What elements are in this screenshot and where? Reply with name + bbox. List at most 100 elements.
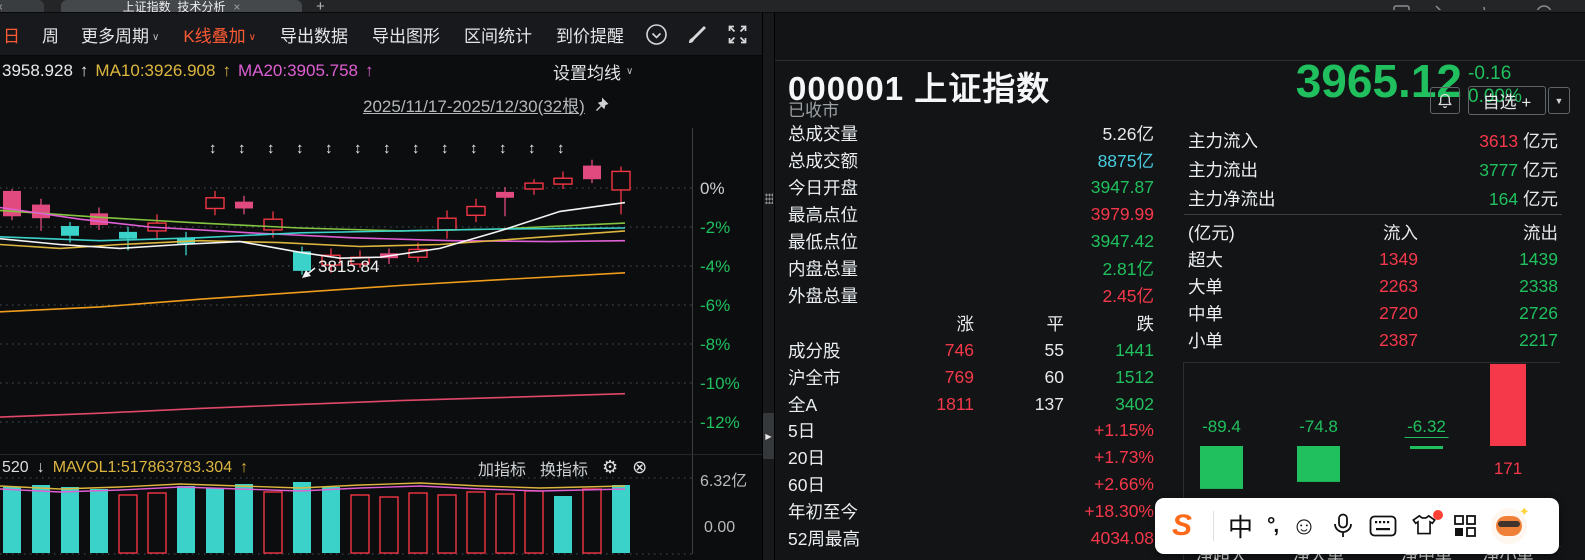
- detail-row: 总成交额 8875亿: [788, 147, 1154, 174]
- volume-bar: [554, 496, 572, 553]
- brush-icon[interactable]: [687, 24, 708, 45]
- candle: [611, 166, 631, 215]
- candle: [466, 198, 486, 223]
- candle: [496, 187, 514, 217]
- sogou-logo-icon[interactable]: S: [1165, 509, 1199, 543]
- switch-indicator-button[interactable]: 换指标: [540, 456, 588, 480]
- annotation-arrowhead: [302, 270, 311, 278]
- updown-arrow-icon: ↕: [354, 140, 362, 157]
- pin-icon[interactable]: [593, 96, 610, 113]
- volume-bar: [379, 496, 399, 554]
- gear-icon[interactable]: ⚙: [602, 457, 618, 478]
- volume-pane-tools: 加指标 换指标 ⚙ ⊗: [478, 455, 647, 480]
- flow-bar: [1410, 446, 1443, 450]
- volume-bar: [350, 494, 370, 554]
- flow-label: 主力流出: [1188, 160, 1258, 180]
- new-tab-button[interactable]: +: [316, 0, 325, 12]
- col-down: 跌: [1136, 314, 1155, 334]
- ma10-value: MA10:3926.908: [95, 61, 216, 80]
- breadth-row: 沪全市 769 60 1512: [788, 364, 1154, 391]
- panel-splitter[interactable]: ▶: [762, 13, 775, 560]
- period-day-button[interactable]: 日: [3, 22, 20, 47]
- microphone-icon[interactable]: [1331, 513, 1355, 539]
- refresh-icon[interactable]: [1483, 6, 1492, 10]
- notification-dot: [1432, 510, 1443, 520]
- flow-value: 3613: [1479, 131, 1519, 151]
- vol-value: 520: [2, 459, 29, 476]
- language-mode-icon[interactable]: 中: [1228, 508, 1253, 544]
- detail-label: 最低点位: [788, 232, 858, 252]
- add-watchlist-button[interactable]: 自选 +: [1468, 86, 1546, 115]
- sparkle-icon: ✦: [1518, 504, 1530, 519]
- flow-table-row: 大单 2263 2338: [1188, 273, 1558, 300]
- export-chart-button[interactable]: 导出图形: [372, 22, 440, 47]
- down-arrow-icon: ↓: [36, 459, 45, 476]
- flat-count: 60: [1044, 367, 1064, 387]
- trading-app-window: 析 × 上证指数_技术分析 × + 日 周 更多周期∨ K线叠加∨ 导出数据 导…: [0, 0, 1585, 560]
- up-arrow-icon: ↑: [79, 61, 89, 80]
- emoji-icon[interactable]: ☺: [1291, 513, 1317, 539]
- inflow-value: 1349: [1379, 249, 1418, 269]
- breadth-row: 成分股 746 55 1441: [788, 337, 1154, 364]
- flow-bar: [1490, 363, 1526, 446]
- list-icon[interactable]: [1393, 5, 1410, 10]
- perf-label: 年初至今: [788, 502, 858, 522]
- watchlist-dropdown-button[interactable]: ▼: [1548, 87, 1570, 114]
- ma-white: [0, 201, 626, 260]
- clock-dropdown-icon[interactable]: [645, 23, 668, 46]
- tab-close-icon[interactable]: ×: [0, 0, 3, 12]
- window-icon-fragments: [1393, 5, 1552, 10]
- keyboard-icon[interactable]: [1369, 515, 1397, 537]
- flow-bar: [1200, 446, 1243, 489]
- detail-row: 最高点位 3979.99: [788, 201, 1154, 228]
- low-annotation: 3815.84: [318, 257, 379, 276]
- tab-background[interactable]: 析 ×: [0, 0, 44, 12]
- date-range-row: 2025/11/17-2025/12/30(32根): [363, 92, 610, 116]
- apps-grid-icon[interactable]: [1453, 514, 1477, 538]
- volume-bar: [293, 482, 311, 553]
- set-ma-dropdown[interactable]: 设置均线 ∨: [553, 58, 633, 84]
- updown-arrow-icon: ↕: [441, 140, 449, 157]
- punctuation-icon[interactable]: °,: [1267, 514, 1279, 538]
- updown-arrow-icon: ↕: [296, 140, 304, 157]
- add-indicator-button[interactable]: 加指标: [478, 456, 526, 480]
- kline-overlay-dropdown[interactable]: K线叠加 ∨: [183, 22, 256, 47]
- y-axis-tick: -6%: [700, 296, 730, 315]
- period-week-button[interactable]: 周: [42, 22, 59, 47]
- outflow-header: 流出: [1523, 223, 1558, 243]
- close-pane-icon[interactable]: ⊗: [632, 457, 647, 478]
- export-data-button[interactable]: 导出数据: [280, 22, 348, 47]
- toolbar-icon-group: [645, 13, 748, 56]
- candle: [437, 210, 457, 239]
- detail-label: 总成交量: [788, 124, 858, 144]
- candle: [205, 190, 225, 216]
- ma20-value: MA20:3905.758: [237, 61, 358, 80]
- detail-value: 3979.99: [1090, 204, 1154, 224]
- clock-icon[interactable]: [1536, 5, 1552, 10]
- fullscreen-icon[interactable]: [727, 24, 748, 45]
- perf-value: +1.73%: [1094, 447, 1154, 467]
- outflow-value: 1439: [1519, 249, 1558, 269]
- outflow-value: 2726: [1519, 303, 1558, 323]
- ime-assistant-icon[interactable]: ✦: [1490, 504, 1530, 544]
- flow-breakdown-table: (亿元) 流入 流出 超大 1349 1439 大单 2263 2338 中单 …: [1188, 219, 1558, 354]
- col-up: 涨: [956, 314, 975, 334]
- tab-active[interactable]: 上证指数_技术分析 ×: [61, 0, 302, 12]
- splitter-handle[interactable]: ▶: [763, 413, 774, 459]
- date-range-link[interactable]: 2025/11/17-2025/12/30(32根): [363, 92, 585, 117]
- candle: [583, 159, 601, 184]
- price-alert-button[interactable]: 到价提醒: [556, 22, 624, 47]
- inflow-header: 流入: [1383, 223, 1418, 243]
- range-stats-button[interactable]: 区间统计: [464, 22, 532, 47]
- volume-bar: [582, 488, 602, 554]
- volume-bar: [90, 489, 108, 553]
- ma-values-bar: 3958.928 ↑ MA10:3926.908 ↑ MA20:3905.758…: [2, 58, 374, 84]
- alert-bell-button[interactable]: [1430, 87, 1460, 114]
- chevron-down-icon: ∨: [152, 31, 160, 43]
- mavol-value: MAVOL1:517863783.304: [52, 459, 233, 476]
- more-periods-dropdown[interactable]: 更多周期 ∨: [81, 22, 159, 47]
- tab-close-icon[interactable]: ×: [233, 0, 240, 12]
- splitter-grip[interactable]: [765, 193, 773, 204]
- pen-icon[interactable]: [1435, 5, 1446, 10]
- skin-shop-icon[interactable]: [1411, 510, 1443, 538]
